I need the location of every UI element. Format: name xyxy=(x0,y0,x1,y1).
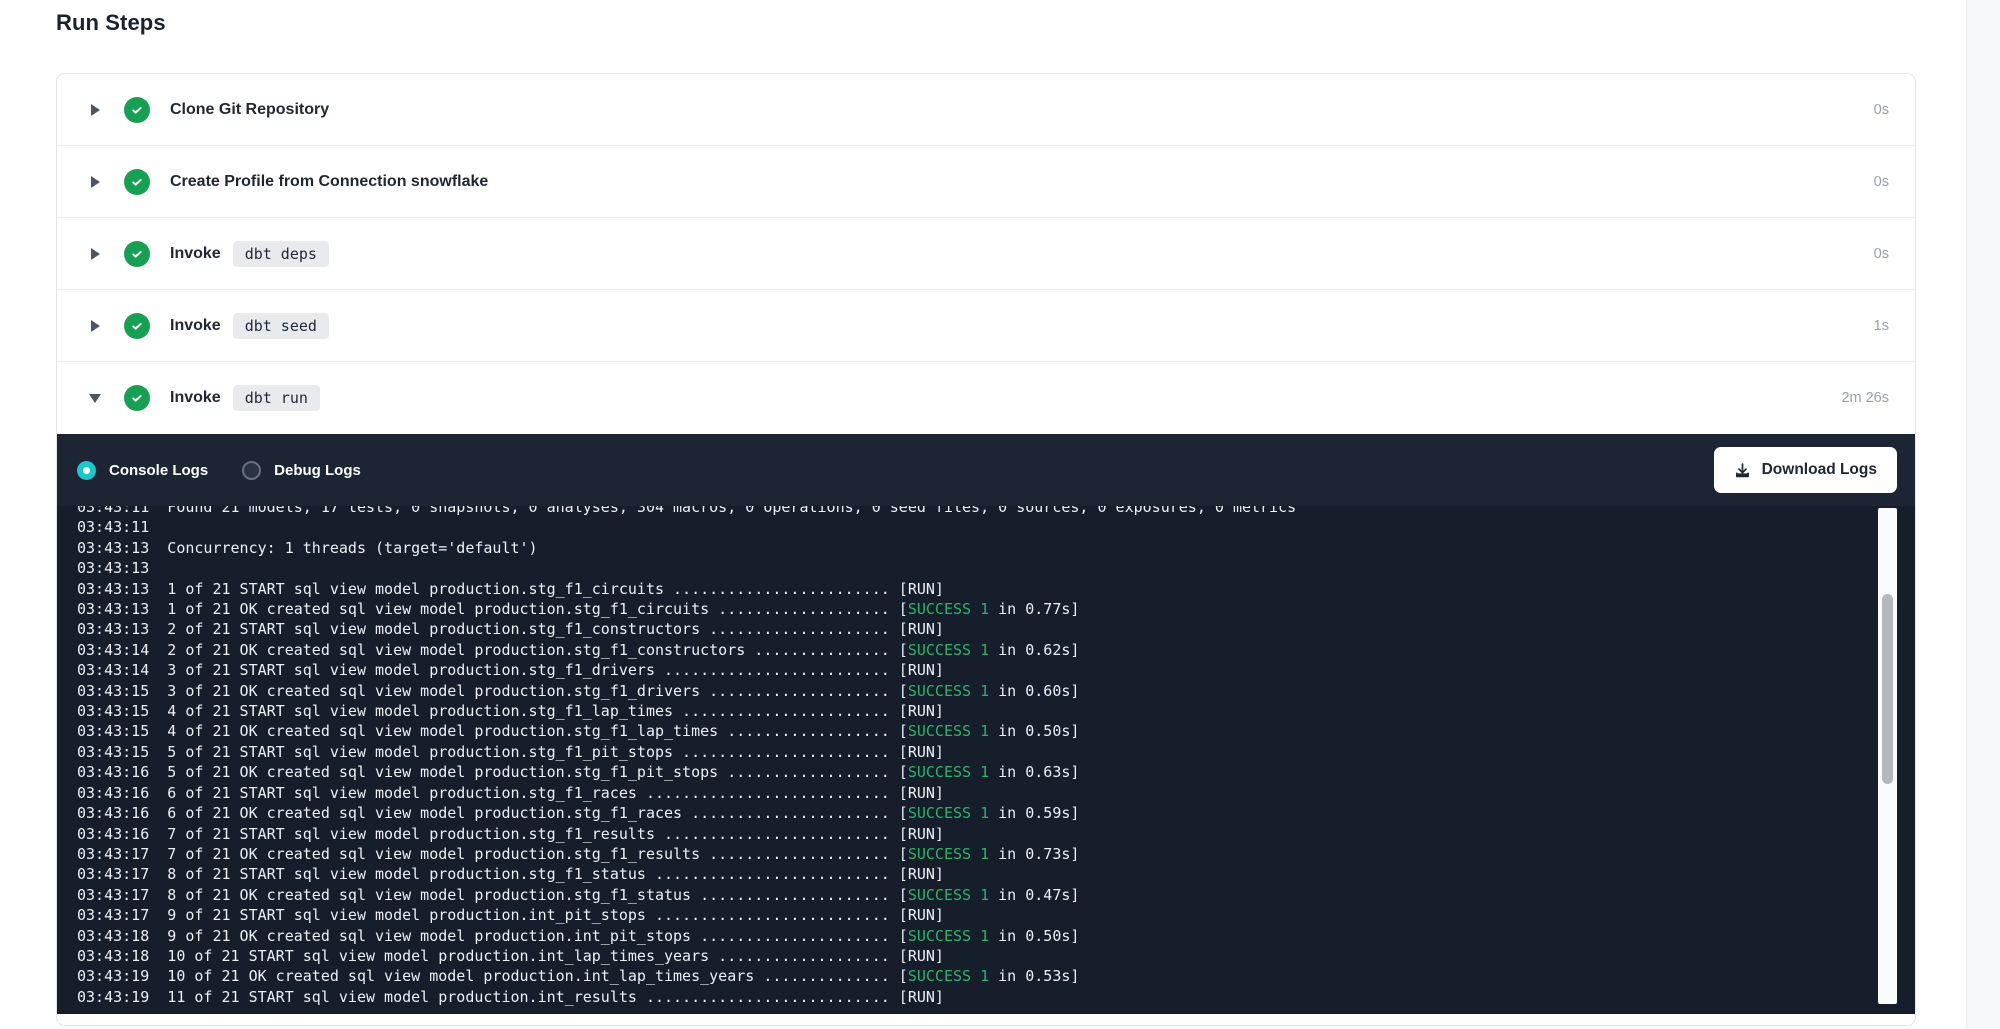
console-logs-radio[interactable]: Console Logs xyxy=(77,461,208,480)
log-success-status: SUCCESS 1 xyxy=(908,845,989,863)
console-panel-header: Console Logs Debug Logs Download Logs xyxy=(57,434,1915,506)
success-check-icon xyxy=(124,313,150,339)
log-success-status: SUCCESS 1 xyxy=(908,600,989,618)
step-label: Create Profile from Connection snowflake xyxy=(170,173,488,191)
page-title: Run Steps xyxy=(56,10,166,36)
step-duration: 1s xyxy=(1874,318,1889,334)
log-line: 03:43:19 10 of 21 OK created sql view mo… xyxy=(77,966,1915,986)
log-line: 03:43:15 4 of 21 OK created sql view mod… xyxy=(77,721,1915,741)
run-step-row[interactable]: Create Profile from Connection snowflake… xyxy=(57,146,1915,218)
console-logs-label: Console Logs xyxy=(109,462,208,479)
debug-logs-radio[interactable]: Debug Logs xyxy=(242,461,361,480)
run-step-row[interactable]: Invoke dbt seed 1s xyxy=(57,290,1915,362)
log-line: 03:43:18 9 of 21 OK created sql view mod… xyxy=(77,926,1915,946)
log-line: 03:43:11 Found 21 models, 17 tests, 0 sn… xyxy=(77,506,1915,517)
run-steps-card: Clone Git Repository0sCreate Profile fro… xyxy=(56,73,1916,1026)
step-label: Invoke xyxy=(170,317,221,335)
chevron-down-icon[interactable] xyxy=(88,390,102,406)
chevron-right-icon[interactable] xyxy=(88,318,102,334)
run-step-row[interactable]: Clone Git Repository 0s xyxy=(57,74,1915,146)
chevron-right-icon[interactable] xyxy=(88,246,102,262)
log-line: 03:43:13 1 of 21 OK created sql view mod… xyxy=(77,599,1915,619)
log-line: 03:43:15 4 of 21 START sql view model pr… xyxy=(77,701,1915,721)
log-line: 03:43:11 xyxy=(77,517,1915,537)
log-line: 03:43:18 10 of 21 START sql view model p… xyxy=(77,946,1915,966)
log-line: 03:43:17 7 of 21 OK created sql view mod… xyxy=(77,844,1915,864)
log-scrollbar-track[interactable] xyxy=(1878,508,1897,1004)
chevron-right-icon[interactable] xyxy=(88,102,102,118)
log-success-status: SUCCESS 1 xyxy=(908,763,989,781)
log-scrollbar-thumb[interactable] xyxy=(1882,594,1893,784)
log-success-status: SUCCESS 1 xyxy=(908,682,989,700)
steps-list: Clone Git Repository0sCreate Profile fro… xyxy=(57,74,1915,434)
card-footer-strip xyxy=(57,1014,1915,1025)
log-line: 03:43:13 2 of 21 START sql view model pr… xyxy=(77,619,1915,639)
log-success-status: SUCCESS 1 xyxy=(908,886,989,904)
console-log-panel: Console Logs Debug Logs Download Logs xyxy=(57,434,1915,1014)
step-label: Clone Git Repository xyxy=(170,101,329,119)
log-success-status: SUCCESS 1 xyxy=(908,804,989,822)
log-line: 03:43:15 3 of 21 OK created sql view mod… xyxy=(77,681,1915,701)
download-logs-button[interactable]: Download Logs xyxy=(1714,447,1897,493)
radio-unselected-icon[interactable] xyxy=(242,461,261,480)
page-right-gutter xyxy=(1966,0,2000,1029)
log-line: 03:43:13 xyxy=(77,558,1915,578)
step-duration: 2m 26s xyxy=(1841,390,1889,406)
log-success-status: SUCCESS 1 xyxy=(908,927,989,945)
log-line: 03:43:17 8 of 21 START sql view model pr… xyxy=(77,864,1915,884)
step-label: Invoke xyxy=(170,245,221,263)
step-duration: 0s xyxy=(1874,102,1889,118)
log-line: 03:43:14 3 of 21 START sql view model pr… xyxy=(77,660,1915,680)
chevron-right-icon[interactable] xyxy=(88,174,102,190)
log-line: 03:43:13 1 of 21 START sql view model pr… xyxy=(77,579,1915,599)
success-check-icon xyxy=(124,97,150,123)
step-duration: 0s xyxy=(1874,174,1889,190)
step-command-badge: dbt seed xyxy=(233,313,329,339)
success-check-icon xyxy=(124,241,150,267)
step-command-badge: dbt deps xyxy=(233,241,329,267)
step-command-badge: dbt run xyxy=(233,385,320,411)
log-line: 03:43:16 6 of 21 START sql view model pr… xyxy=(77,783,1915,803)
run-step-row[interactable]: Invoke dbt deps 0s xyxy=(57,218,1915,290)
log-success-status: SUCCESS 1 xyxy=(908,722,989,740)
download-logs-label: Download Logs xyxy=(1762,461,1877,479)
log-line: 03:43:19 11 of 21 START sql view model p… xyxy=(77,987,1915,1007)
log-success-status: SUCCESS 1 xyxy=(908,967,989,985)
console-log-output[interactable]: 03:43:11 Found 21 models, 17 tests, 0 sn… xyxy=(57,506,1915,1014)
log-line: 03:43:14 2 of 21 OK created sql view mod… xyxy=(77,640,1915,660)
radio-selected-icon[interactable] xyxy=(77,461,96,480)
log-line: 03:43:17 8 of 21 OK created sql view mod… xyxy=(77,885,1915,905)
run-steps-page: Run Steps Clone Git Repository0sCreate P… xyxy=(0,0,2000,1029)
log-line: 03:43:13 Concurrency: 1 threads (target=… xyxy=(77,538,1915,558)
run-step-row[interactable]: Invoke dbt run 2m 26s xyxy=(57,362,1915,434)
download-icon xyxy=(1734,462,1751,479)
log-line: 03:43:17 9 of 21 START sql view model pr… xyxy=(77,905,1915,925)
log-lines: 03:43:11 Found 21 models, 17 tests, 0 sn… xyxy=(57,506,1915,1007)
log-line: 03:43:16 6 of 21 OK created sql view mod… xyxy=(77,803,1915,823)
step-duration: 0s xyxy=(1874,246,1889,262)
log-line: 03:43:16 7 of 21 START sql view model pr… xyxy=(77,824,1915,844)
log-line: 03:43:16 5 of 21 OK created sql view mod… xyxy=(77,762,1915,782)
success-check-icon xyxy=(124,169,150,195)
log-line: 03:43:15 5 of 21 START sql view model pr… xyxy=(77,742,1915,762)
success-check-icon xyxy=(124,385,150,411)
debug-logs-label: Debug Logs xyxy=(274,462,361,479)
log-success-status: SUCCESS 1 xyxy=(908,641,989,659)
step-label: Invoke xyxy=(170,389,221,407)
